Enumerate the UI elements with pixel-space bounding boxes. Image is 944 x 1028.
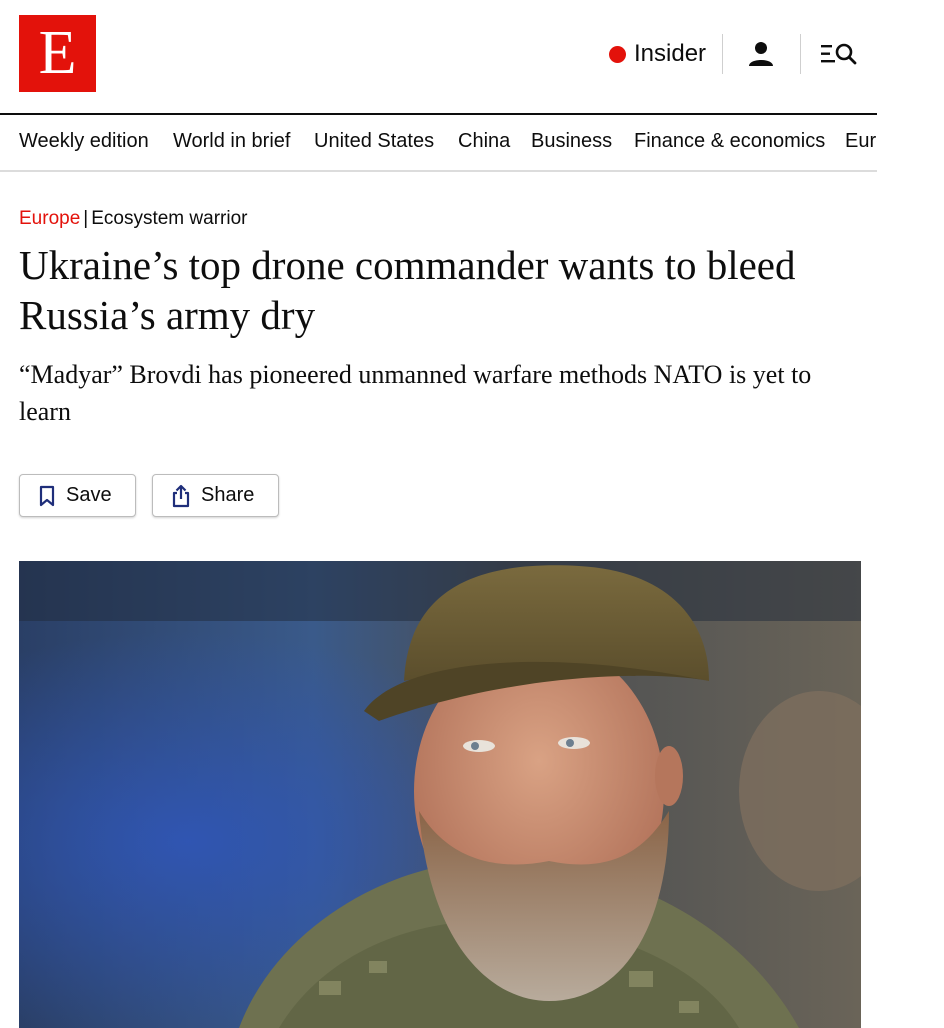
nav-item-world-in-brief[interactable]: World in brief [173, 130, 290, 153]
nav-item-business[interactable]: Business [531, 130, 612, 153]
nav-item-china[interactable]: China [458, 130, 510, 153]
save-label: Save [66, 484, 112, 506]
share-icon [172, 484, 190, 507]
account-icon[interactable] [744, 38, 778, 70]
bookmark-icon [39, 485, 55, 506]
article-subheadline: “Madyar” Brovdi has pioneered unmanned w… [19, 360, 812, 426]
insider-label: Insider [634, 40, 707, 67]
divider [800, 34, 801, 74]
divider [722, 34, 723, 74]
article-kicker: Europe | Ecosystem warrior [19, 208, 247, 230]
kicker-separator: | [83, 208, 89, 229]
nav-item-europe[interactable]: Europe [845, 130, 877, 153]
nav-item-united-states[interactable]: United States [314, 130, 434, 153]
nav-item-weekly-edition[interactable]: Weekly edition [19, 130, 149, 153]
live-dot-icon [609, 45, 626, 63]
nav-item-finance-economics[interactable]: Finance & economics [634, 130, 825, 153]
rubric: Ecosystem warrior [91, 208, 248, 229]
share-label: Share [201, 484, 255, 506]
share-button[interactable]: Share [152, 474, 279, 517]
section-nav: Weekly edition World in brief United Sta… [0, 115, 877, 172]
section-link[interactable]: Europe [19, 208, 80, 229]
masthead: E Insider [0, 0, 944, 114]
save-button[interactable]: Save [19, 474, 136, 517]
insider-link[interactable]: Insider [609, 38, 706, 70]
article-headline: Ukraine’s top drone commander wants to b… [19, 242, 796, 338]
hero-image [19, 561, 861, 1028]
economist-logo[interactable]: E [19, 15, 96, 92]
menu-search-icon[interactable] [818, 38, 858, 70]
